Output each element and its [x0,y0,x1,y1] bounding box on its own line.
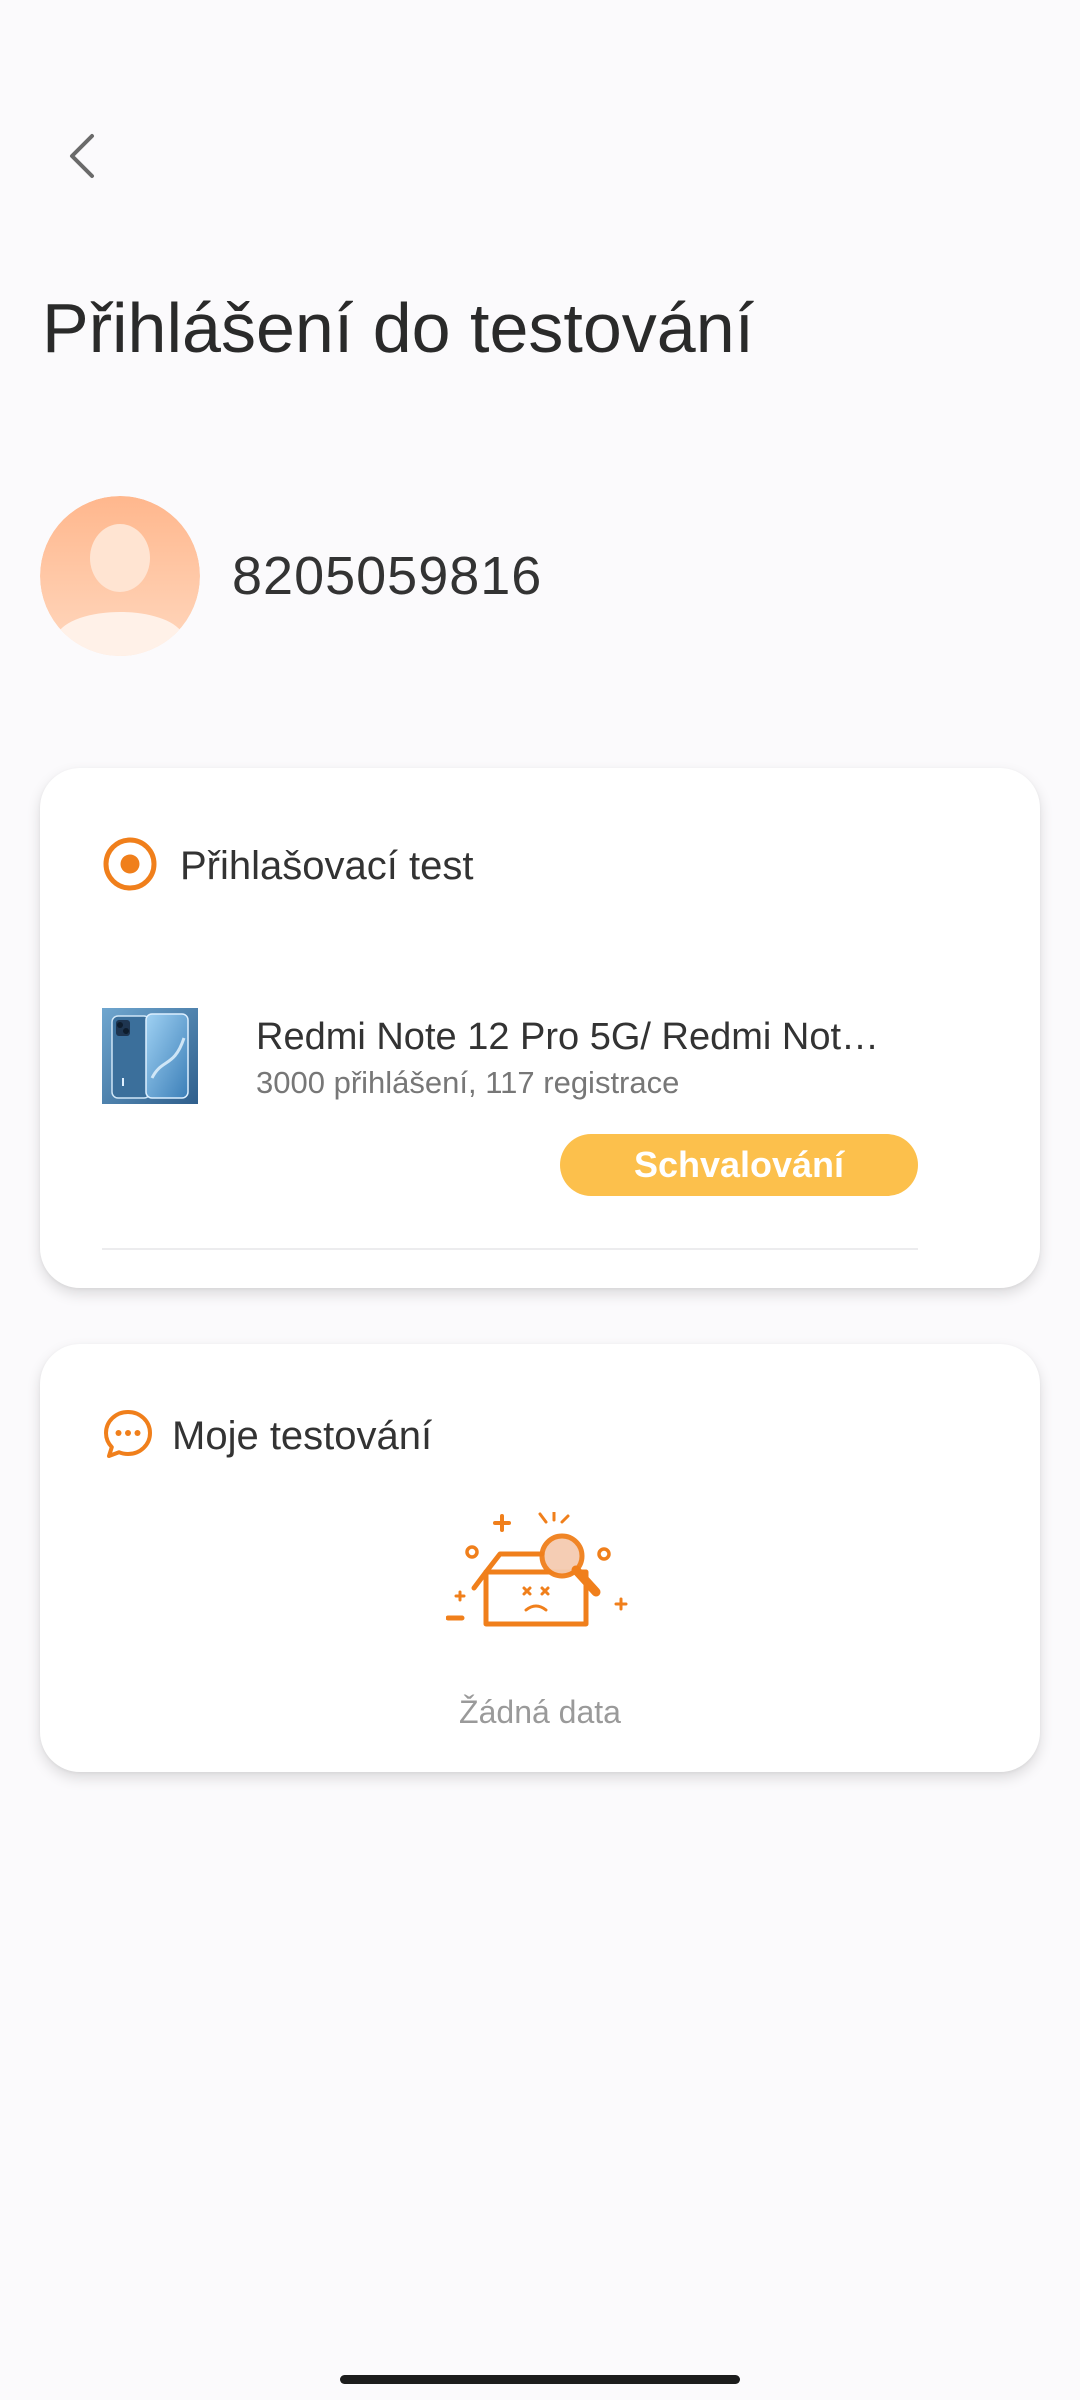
page-title: Přihlášení do testování [42,289,755,367]
home-indicator[interactable] [340,2375,740,2384]
my-testing-header: Moje testování [102,1408,432,1465]
login-test-title: Přihlašovací test [180,844,474,888]
product-name: Redmi Note 12 Pro 5G/ Redmi Note 12 Pro [256,1016,896,1058]
product-stats: 3000 přihlášení, 117 registrace [256,1065,680,1100]
login-test-header: Přihlašovací test [102,836,473,897]
user-id: 8205059816 [232,546,543,606]
divider [102,1248,918,1250]
empty-state-text: Žádná data [459,1694,621,1730]
user-profile: 8205059816 [40,496,542,656]
chevron-left-icon [68,133,96,184]
my-testing-title: Moje testování [172,1414,433,1458]
default-avatar-icon [40,496,200,656]
empty-box-search-icon [445,1510,636,1638]
test-product-item[interactable]: Redmi Note 12 Pro 5G/ Redmi Note 12 Pro … [102,1008,922,1108]
approval-status-button[interactable]: Schvalování [560,1134,918,1196]
back-button[interactable] [52,128,112,188]
target-icon [102,836,158,897]
phone-thumbnail [102,1008,198,1104]
chat-bubble-icon [102,1408,154,1465]
